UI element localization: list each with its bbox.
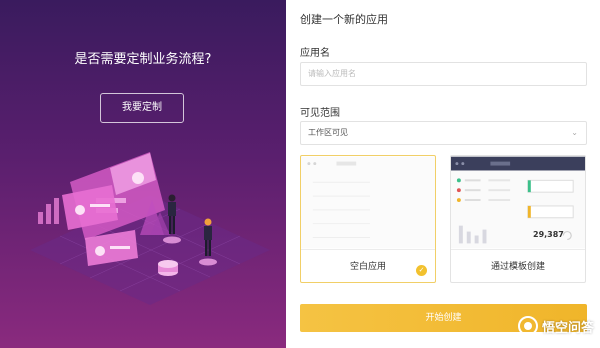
- chevron-down-icon: ⌄: [571, 128, 578, 137]
- customize-button[interactable]: 我要定制: [100, 93, 184, 123]
- create-app-form: 创建一个新的应用 应用名 请输入应用名 可见范围 工作区可见 ⌄ 空白应用 ✓: [286, 0, 600, 348]
- wukong-logo-icon: [517, 316, 538, 336]
- promo-title: 是否需要定制业务流程?: [74, 52, 212, 67]
- blank-app-option[interactable]: 空白应用 ✓: [300, 155, 436, 283]
- template-option[interactable]: 29,387 通过模板创建: [450, 155, 586, 283]
- check-icon: ✓: [416, 265, 427, 276]
- app-name-label: 应用名: [300, 48, 330, 59]
- app-name-input[interactable]: 请输入应用名: [300, 62, 587, 86]
- avatar-circle: [132, 172, 144, 184]
- bar-1: [38, 212, 43, 224]
- template-label: 通过模板创建: [451, 249, 585, 282]
- bar-3: [54, 198, 59, 224]
- blank-app-label: 空白应用: [301, 249, 435, 282]
- visibility-value: 工作区可见: [308, 128, 348, 137]
- template-preview: [451, 156, 585, 249]
- promo-panel: 是否需要定制业务流程? 我要定制: [0, 0, 286, 348]
- form-title: 创建一个新的应用: [300, 13, 388, 26]
- visibility-select[interactable]: 工作区可见 ⌄: [300, 121, 587, 145]
- blank-app-preview: [301, 156, 435, 249]
- watermark: 悟空问答: [517, 314, 594, 338]
- watermark-text: 悟空问答: [541, 320, 594, 336]
- visibility-label: 可见范围: [300, 108, 340, 119]
- isometric-illustration: [30, 152, 270, 305]
- bar-2: [46, 204, 51, 224]
- template-preview-number: 29,387: [533, 230, 564, 239]
